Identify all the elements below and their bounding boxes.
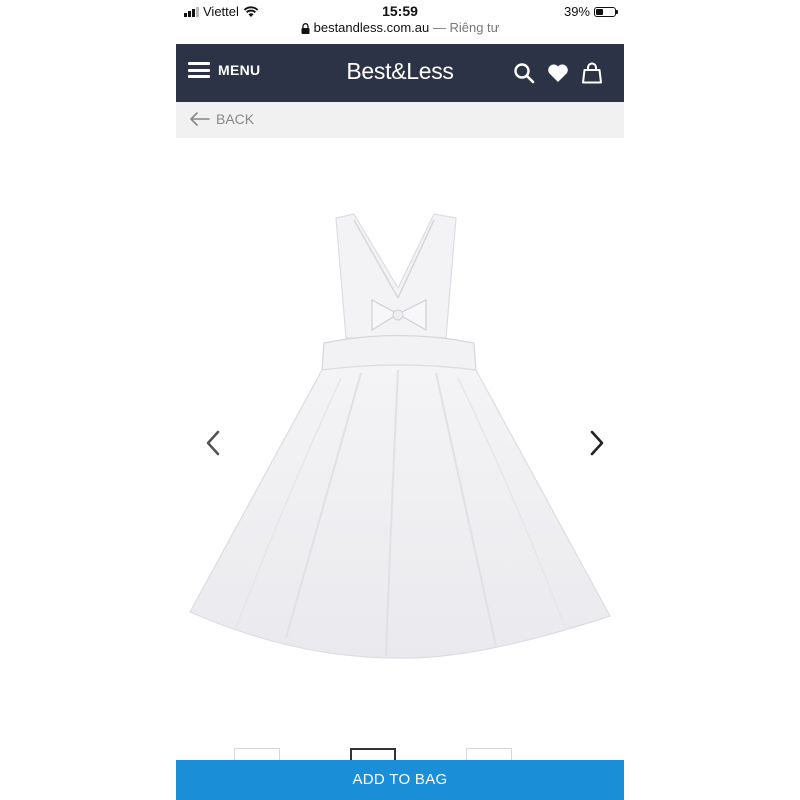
- prev-image-arrow[interactable]: [202, 428, 226, 458]
- battery-fill: [596, 8, 603, 15]
- heart-icon[interactable]: [546, 61, 570, 85]
- next-image-arrow[interactable]: [584, 428, 608, 458]
- bag-icon[interactable]: [580, 61, 604, 85]
- search-icon[interactable]: [512, 61, 536, 85]
- battery-icon: [594, 6, 618, 17]
- chevron-left-icon: [206, 430, 220, 456]
- lock-icon: [301, 23, 310, 35]
- dress-illustration: [189, 213, 611, 659]
- phone-screen: Viettel 15:59 39% bestandless.com.au — R…: [176, 0, 624, 800]
- url-bar[interactable]: bestandless.com.au — Riêng tư: [176, 20, 624, 42]
- header-actions: [512, 61, 604, 85]
- chevron-right-icon: [590, 430, 604, 456]
- site-header: MENU Best&Less: [176, 44, 624, 102]
- back-link[interactable]: BACK: [190, 111, 254, 127]
- back-label: BACK: [216, 111, 255, 127]
- back-bar: BACK: [176, 102, 624, 138]
- battery-percent: 39%: [563, 4, 590, 19]
- status-bar: Viettel 15:59 39%: [176, 0, 624, 22]
- add-to-bag-button[interactable]: ADD TO BAG: [176, 760, 624, 800]
- url-private-label: — Riêng tư: [432, 20, 500, 35]
- status-right: 39%: [563, 4, 618, 19]
- product-image[interactable]: [176, 138, 624, 748]
- url-domain: bestandless.com.au: [313, 20, 430, 35]
- status-time: 15:59: [382, 3, 418, 19]
- arrow-left-icon: [190, 112, 210, 126]
